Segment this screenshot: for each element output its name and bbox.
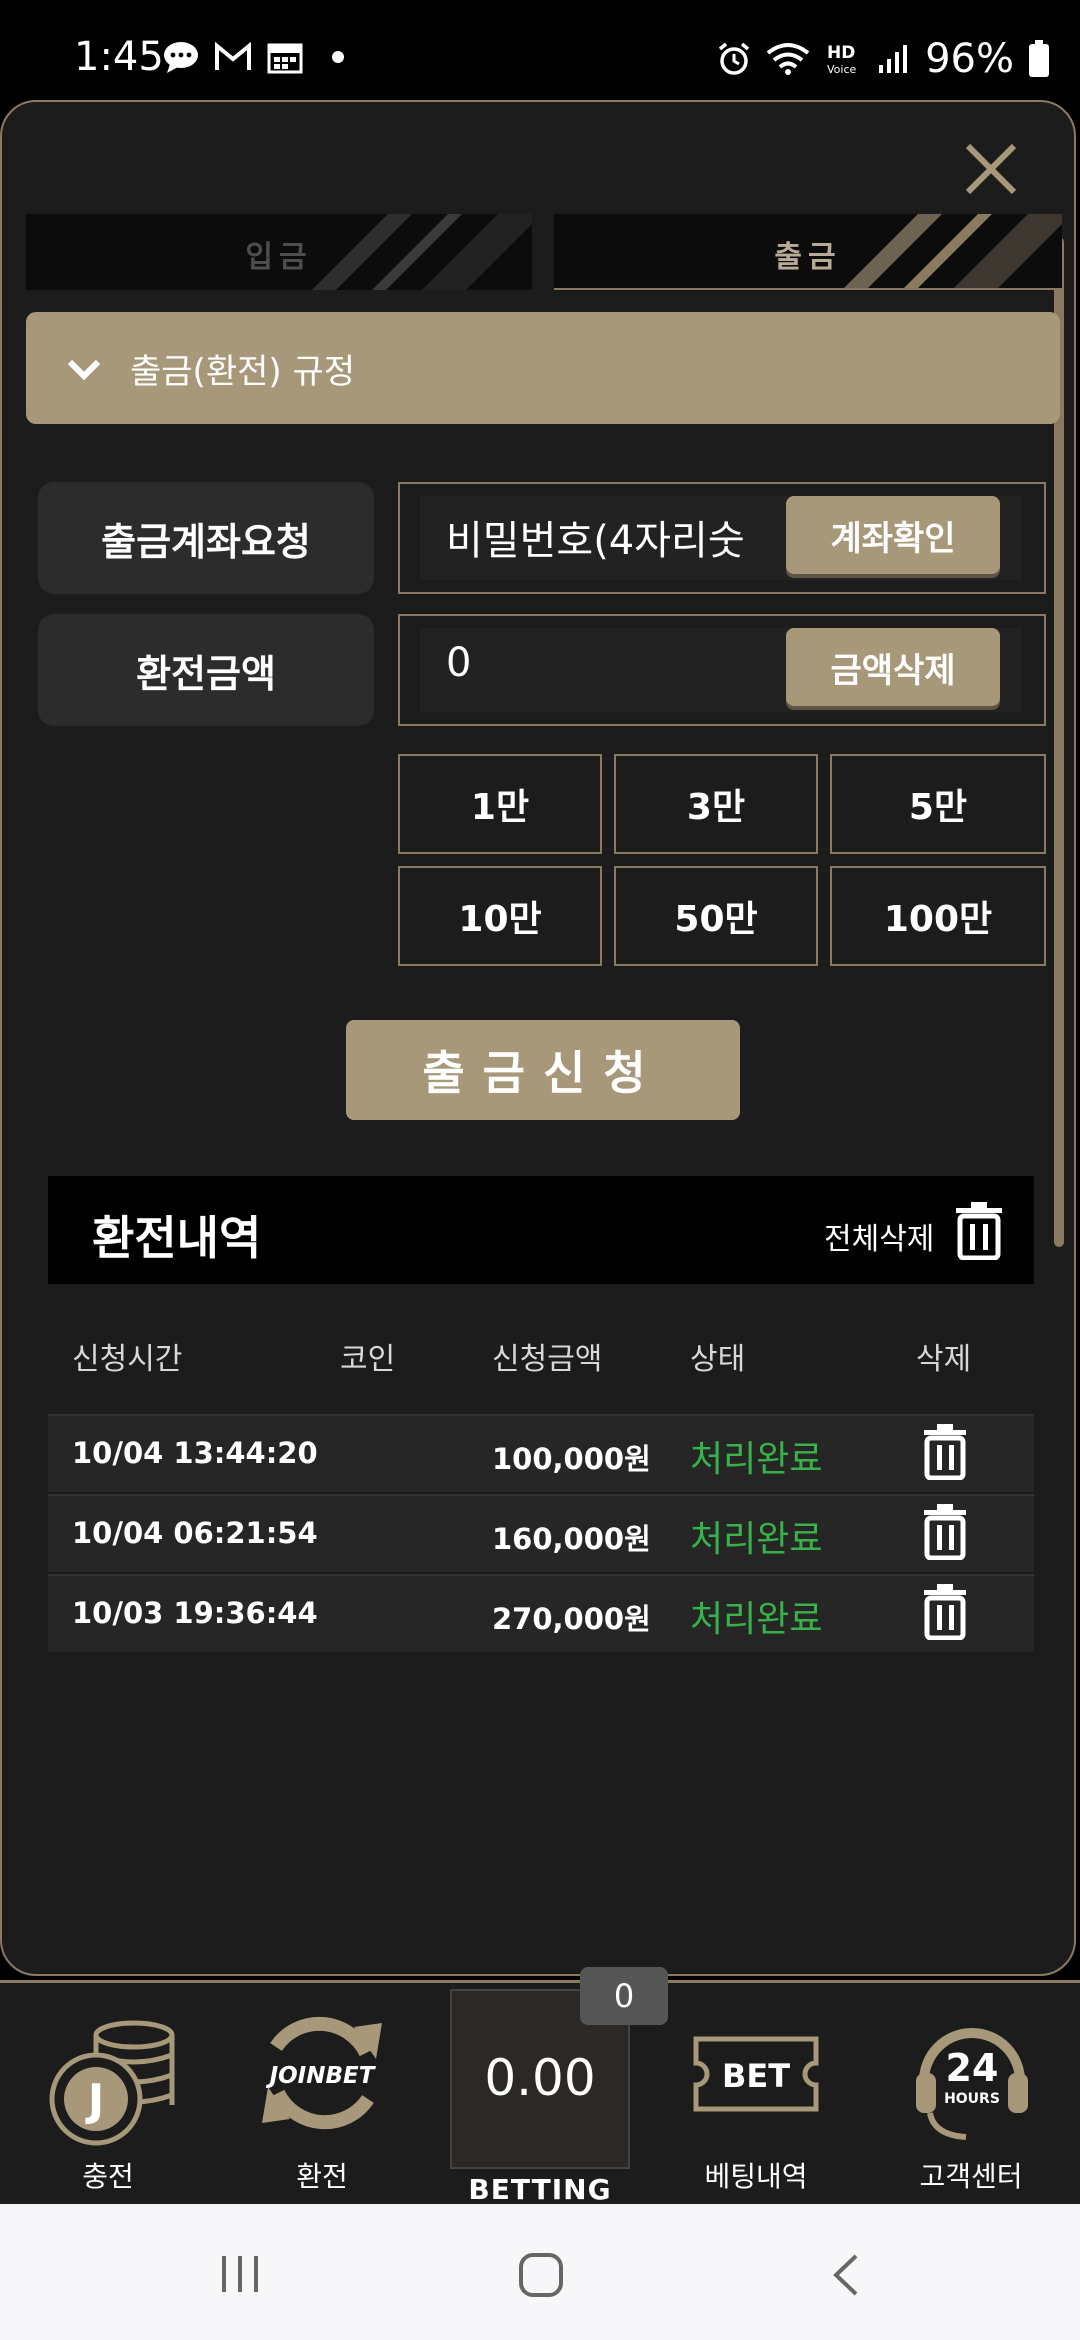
svg-text:HD: HD [827,43,855,63]
account-request-label: 출금계좌요청 [38,482,374,594]
trash-icon[interactable] [954,1202,1004,1260]
table-row: 10/04 13:44:20 100,000원 처리완료 [48,1414,1034,1492]
account-check-button[interactable]: 계좌확인 [786,496,1000,574]
row-status: 처리완료 [690,1599,823,1640]
tab-bar: 입금 출금 [26,214,1062,290]
trash-icon[interactable] [922,1424,968,1480]
bottom-nav: J 충전 JOINBET 환전 0.00 0 BETTING BET 베팅내역 … [0,1967,1080,2207]
chat-bubble-icon [164,42,198,73]
chevron-down-icon [67,359,101,381]
nav-bet-history[interactable]: BET 베팅내역 [680,1983,832,2207]
nav-support[interactable]: 24 HOURS 고객센터 [896,1983,1046,2207]
betting-label: BETTING [468,2173,612,2206]
quick-amount-50k[interactable]: 5만 [830,754,1046,854]
betting-value: 0.00 [484,2049,596,2107]
column-header-coin: 코인 [340,1342,396,1377]
support-logo-24: 24 [946,2046,999,2090]
nav-exchange-label: 환전 [296,2160,348,2193]
system-nav-bar [0,2204,1080,2340]
password-input[interactable]: 비밀번호(4자리숫 [446,508,826,566]
nav-support-label: 고객센터 [919,2160,1023,2193]
row-time: 10/04 13:44:20 [72,1436,318,1470]
row-status: 처리완료 [690,1519,823,1560]
nav-charge[interactable]: J 충전 [30,1983,186,2207]
amount-label: 환전금액 [38,614,374,726]
quick-amount-10k[interactable]: 1만 [398,754,602,854]
quick-amount-100k[interactable]: 10만 [398,866,602,966]
tab-deposit-label: 입금 [245,240,313,275]
back-icon[interactable] [828,2252,862,2298]
status-time: 1:45 [74,34,164,80]
column-header-status: 상태 [690,1342,746,1377]
row-time: 10/03 19:36:44 [72,1596,318,1630]
more-notifications-dot [332,51,344,63]
support-logo-hours: HOURS [944,2091,1000,2107]
wifi-icon [766,43,810,75]
calendar-icon [267,43,303,74]
history-title: 환전내역 [92,1211,262,1265]
trash-icon[interactable] [922,1504,968,1560]
nav-bet-history-label: 베팅내역 [704,2160,808,2193]
betting-count-badge: 0 [580,1967,668,2025]
battery-icon [1029,40,1049,77]
exchange-arrows-icon: JOINBET [262,2016,382,2130]
withdraw-modal: 입금 출금 출금(환전) 규정 출금계좌요청 비밀번호(4자리숫 계좌확인 환전… [0,100,1076,1976]
row-amount: 270,000원 [492,1602,651,1636]
column-header-time: 신청시간 [72,1342,183,1377]
alarm-icon [718,42,750,75]
status-system-icons: HD Voice 96% [717,36,1050,82]
svg-text:Voice: Voice [827,63,857,76]
rules-accordion[interactable]: 출금(환전) 규정 [26,312,1060,424]
signal-icon [879,45,908,73]
recent-apps-icon[interactable] [218,2252,262,2296]
column-header-delete: 삭제 [916,1342,972,1377]
row-amount: 160,000원 [492,1522,651,1556]
bet-logo-text: BET [722,2057,790,2095]
tab-withdraw-label: 출금 [774,240,842,275]
tab-withdraw[interactable]: 출금 [554,214,1062,290]
headset-24h-icon: 24 HOURS [916,2028,1028,2140]
amount-input[interactable]: 0 [446,640,826,686]
close-icon[interactable] [958,136,1024,202]
table-row: 10/03 19:36:44 270,000원 처리완료 [48,1574,1034,1652]
account-field: 비밀번호(4자리숫 계좌확인 [398,482,1046,594]
row-time: 10/04 06:21:54 [72,1516,318,1550]
quick-amount-30k[interactable]: 3만 [614,754,818,854]
joinbet-logo-text: JOINBET [266,2063,377,2089]
table-row: 10/04 06:21:54 160,000원 처리완료 [48,1494,1034,1572]
hd-voice-icon: HDVoice [827,43,857,76]
quick-amount-1m[interactable]: 100만 [830,866,1046,966]
amount-field: 0 금액삭제 [398,614,1046,726]
column-header-amount: 신청금액 [492,1342,603,1377]
home-icon[interactable] [518,2252,564,2298]
status-notifications [162,40,344,74]
svg-text:J: J [85,2075,104,2126]
nav-exchange[interactable]: JOINBET 환전 [248,1983,396,2207]
delete-all-button[interactable]: 전체삭제 [824,1214,934,1258]
nav-charge-label: 충전 [82,2160,134,2193]
row-status: 처리완료 [690,1439,823,1480]
rules-label: 출금(환전) 규정 [130,352,356,392]
withdraw-submit-button[interactable]: 출금신청 [346,1020,740,1120]
history-header: 환전내역 전체삭제 [48,1176,1034,1284]
status-bar: 1:45 HD Voice 96% [0,0,1080,100]
row-amount: 100,000원 [492,1442,651,1476]
battery-percent: 96% [925,36,1014,82]
bet-ticket-icon: BET [693,2036,819,2112]
coin-stack-icon: J [49,2020,175,2146]
gmail-icon [215,41,251,70]
amount-clear-button[interactable]: 금액삭제 [786,628,1000,706]
trash-icon[interactable] [922,1584,968,1640]
tab-deposit[interactable]: 입금 [26,214,532,290]
quick-amount-500k[interactable]: 50만 [614,866,818,966]
